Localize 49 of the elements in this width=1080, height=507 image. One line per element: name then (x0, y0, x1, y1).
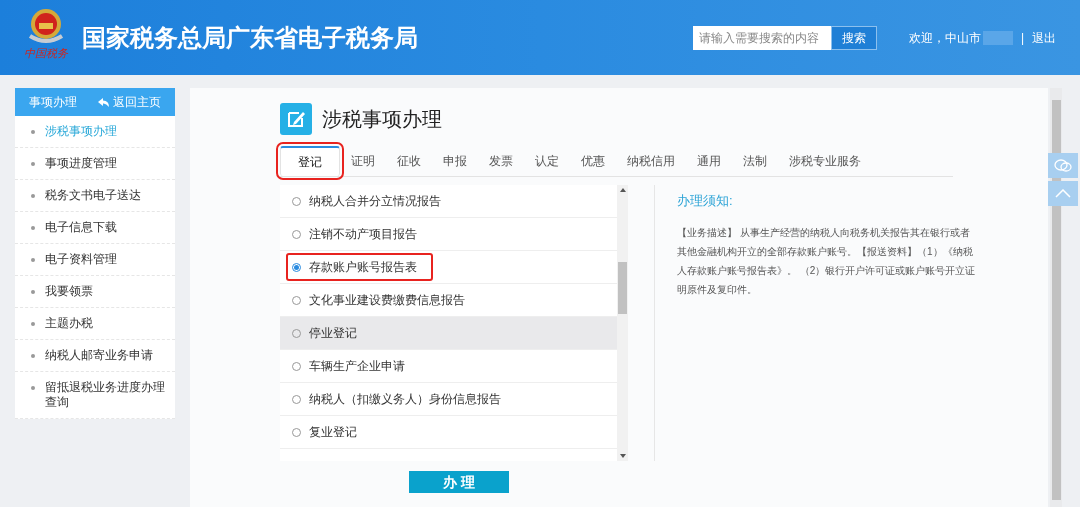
scroll-thumb[interactable] (618, 262, 627, 314)
tab[interactable]: 涉税专业服务 (778, 146, 872, 176)
sidebar-item[interactable]: 税务文书电子送达 (15, 180, 175, 212)
tab[interactable]: 优惠 (570, 146, 616, 176)
option-label: 文化事业建设费缴费信息报告 (309, 292, 465, 309)
sidebar-item[interactable]: 留抵退税业务进度办理查询 (15, 372, 175, 419)
tab[interactable]: 通用 (686, 146, 732, 176)
reply-arrow-icon (98, 97, 109, 107)
chat-button[interactable] (1048, 153, 1078, 178)
option-label: 纳税人合并分立情况报告 (309, 193, 441, 210)
search-button[interactable]: 搜索 (830, 25, 877, 50)
option-label: 注销不动产项目报告 (309, 226, 417, 243)
scroll-up-arrow-icon[interactable] (619, 188, 626, 192)
scroll-down-arrow-icon[interactable] (619, 454, 626, 458)
welcome-text: 欢迎，中山市 (908, 29, 981, 47)
sidebar-item[interactable]: 纳税人邮寄业务申请 (15, 340, 175, 372)
list-scrollbar[interactable] (617, 185, 628, 461)
notice-title: 办理须知: (677, 192, 734, 210)
page-title: 涉税事项办理 (322, 107, 442, 132)
option-row[interactable]: 停业登记 (280, 317, 617, 350)
sidebar-title: 事项办理 (29, 94, 77, 111)
separator-text: | (1020, 29, 1024, 47)
tab[interactable]: 证明 (340, 146, 386, 176)
edit-icon (280, 103, 312, 135)
option-label: 纳税人（扣缴义务人）身份信息报告 (309, 391, 501, 408)
back-to-top-button[interactable] (1048, 181, 1078, 206)
tab[interactable]: 征收 (386, 146, 432, 176)
option-label: 复业登记 (309, 424, 357, 441)
tab[interactable]: 纳税信用 (616, 146, 686, 176)
logo-caption: 中国税务 (24, 47, 68, 59)
chevron-up-icon (1055, 189, 1071, 198)
redacted-name (982, 30, 1013, 45)
option-label: 车辆生产企业申请 (309, 358, 405, 375)
option-row[interactable]: 存款账户账号报告表 (280, 251, 617, 284)
tab[interactable]: 认定 (524, 146, 570, 176)
notice-text: 【业务描述】 从事生产经营的纳税人向税务机关报告其在银行或者其他金融机构开立的全部存款账户账号。【报送资料】（1）《纳税人存款账户账号报告表》。 （2）银行开户许可证或账户账号开立证明原件及复印件。 (677, 225, 977, 297)
option-label: 停业登记 (309, 325, 357, 342)
sidebar-item[interactable]: 事项进度管理 (15, 148, 175, 180)
chat-bubbles-icon (1054, 158, 1072, 173)
sidebar-item[interactable]: 电子信息下载 (15, 212, 175, 244)
tab[interactable]: 申报 (432, 146, 478, 176)
search-field[interactable]: 请输入需要搜索的内容 (692, 25, 831, 50)
sidebar-item[interactable]: 主题办税 (15, 308, 175, 340)
site-title: 国家税务总局广东省电子税务局 (82, 22, 418, 53)
option-label: 存款账户账号报告表 (309, 259, 417, 276)
tab[interactable]: 法制 (732, 146, 778, 176)
sidebar-item[interactable]: 我要领票 (15, 276, 175, 308)
tab[interactable]: 发票 (478, 146, 524, 176)
sidebar-item[interactable]: 电子资料管理 (15, 244, 175, 276)
